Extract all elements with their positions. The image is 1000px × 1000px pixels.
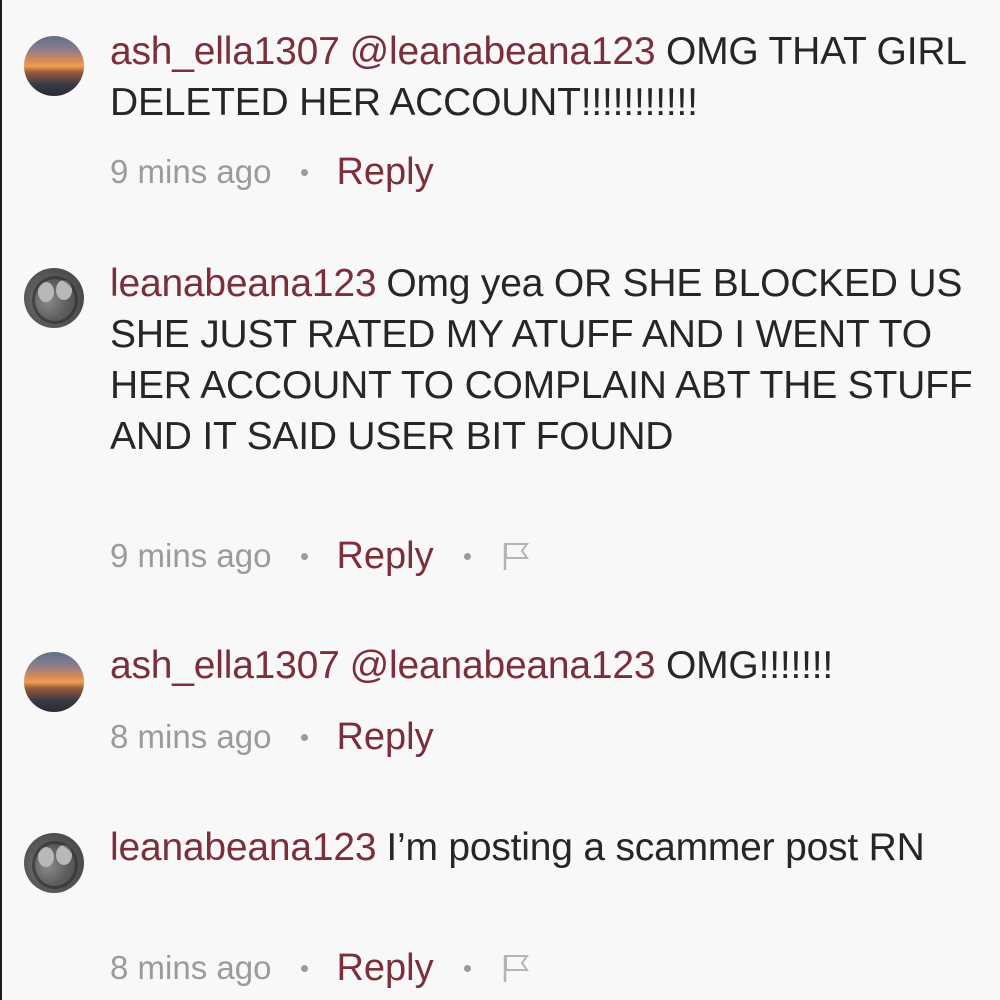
comment-body: ash_ella1307 @leanabeana123 OMG THAT GIRL… xyxy=(110,26,980,128)
comment-body: ash_ella1307 @leanabeana123 OMG!!!!!!! xyxy=(110,640,980,691)
user-avatar[interactable] xyxy=(24,36,84,96)
comment-timestamp: 8 mins ago xyxy=(110,718,272,755)
comment-username[interactable]: leanabeana123 xyxy=(110,826,377,869)
reply-button[interactable]: Reply xyxy=(336,717,433,757)
comment-username[interactable]: leanabeana123 xyxy=(110,262,377,305)
user-avatar[interactable] xyxy=(24,268,84,328)
comment-meta: 9 mins ago Reply xyxy=(110,152,434,192)
comment-timestamp: 9 mins ago xyxy=(110,537,272,574)
comment-body: leanabeana123 Omg yea OR SHE BLOCKED US S… xyxy=(110,258,980,462)
comment-username[interactable]: ash_ella1307 xyxy=(110,644,340,687)
user-avatar[interactable] xyxy=(24,652,84,712)
flag-icon[interactable] xyxy=(501,952,531,984)
comment-text: OMG!!!!!!! xyxy=(655,644,834,687)
reply-button[interactable]: Reply xyxy=(336,948,433,988)
separator-dot xyxy=(463,964,471,972)
comment-timestamp: 9 mins ago xyxy=(110,153,272,190)
left-edge-divider xyxy=(0,0,2,1000)
separator-dot xyxy=(301,733,309,741)
separator-dot xyxy=(301,552,309,560)
separator-dot xyxy=(301,168,309,176)
comment-mention[interactable]: @leanabeana123 xyxy=(350,644,656,687)
separator-dot xyxy=(463,552,471,560)
comment-text: I’m posting a scammer post RN xyxy=(386,826,925,869)
reply-button[interactable]: Reply xyxy=(336,536,433,576)
comment-mention[interactable]: @leanabeana123 xyxy=(350,30,656,73)
separator-dot xyxy=(301,964,309,972)
comment-username[interactable]: ash_ella1307 xyxy=(110,30,340,73)
comment-body: leanabeana123 I’m posting a scammer post … xyxy=(110,822,980,873)
reply-button[interactable]: Reply xyxy=(336,152,433,192)
comment-timestamp: 8 mins ago xyxy=(110,949,272,986)
comment-meta: 8 mins ago Reply xyxy=(110,717,434,757)
comment-meta: 9 mins ago Reply xyxy=(110,536,531,576)
user-avatar[interactable] xyxy=(24,833,84,893)
flag-icon[interactable] xyxy=(501,540,531,572)
comment-meta: 8 mins ago Reply xyxy=(110,948,531,988)
